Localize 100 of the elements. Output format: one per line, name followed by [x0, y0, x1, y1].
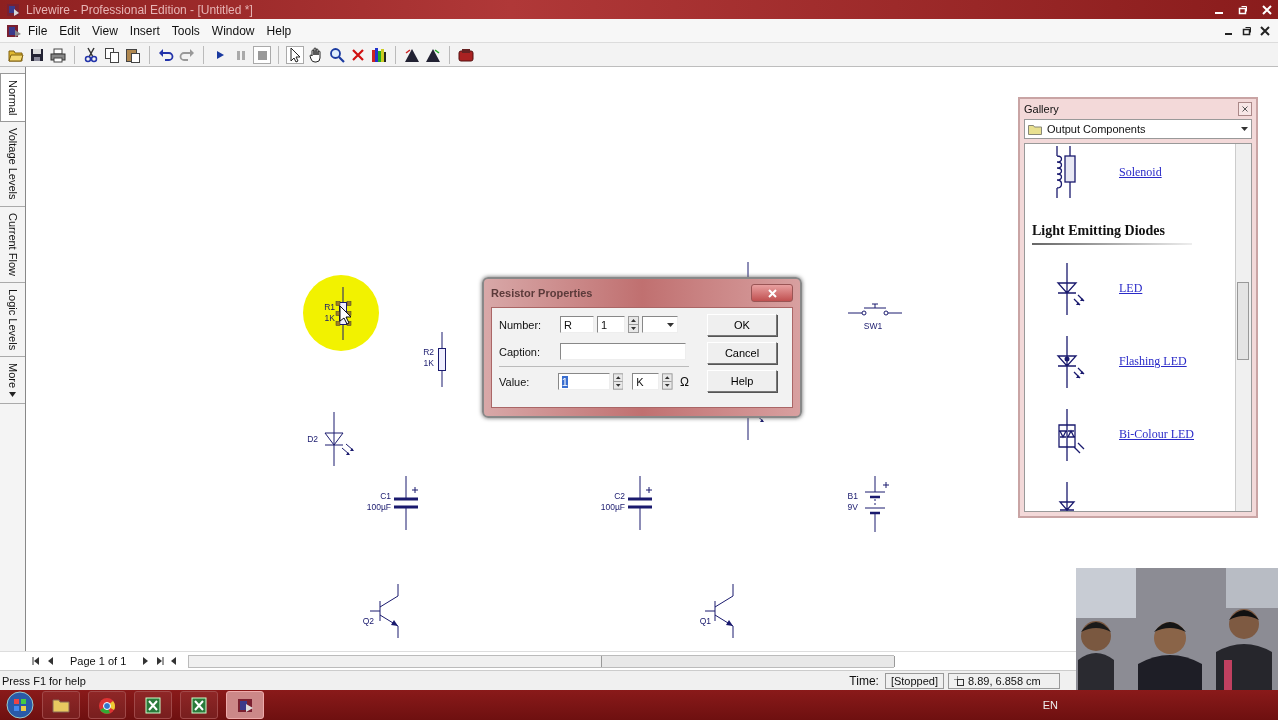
component-link[interactable]: LED: [1119, 281, 1143, 296]
taskbar-button[interactable]: [88, 691, 126, 719]
scrollbar-thumb[interactable]: [601, 655, 896, 667]
horizontal-scrollbar[interactable]: [188, 654, 895, 668]
chip-icon[interactable]: [458, 46, 474, 63]
crosshair-icon: [954, 675, 964, 686]
menu-item[interactable]: Tools: [165, 21, 206, 40]
caret-icon: [9, 392, 16, 398]
component-link[interactable]: Flashing LED: [1119, 354, 1187, 369]
component-label: Q2: [362, 616, 374, 626]
dialog-title: Resistor Properties: [491, 287, 593, 299]
view-tab[interactable]: More: [0, 357, 25, 405]
books-icon[interactable]: [371, 46, 387, 63]
menu-item[interactable]: File: [22, 21, 54, 40]
close-button[interactable]: [751, 284, 793, 302]
resistor-symbol[interactable]: [438, 331, 446, 388]
section-heading: Light Emitting Diodes: [1032, 223, 1166, 239]
clipboard-icon[interactable]: [125, 46, 141, 63]
app-icon: [6, 2, 20, 17]
menu-item[interactable]: Help: [260, 21, 298, 40]
capacitor-symbol[interactable]: [626, 475, 654, 531]
view-tab[interactable]: Voltage Levels: [0, 122, 25, 207]
component-link[interactable]: Bi-Colour LED: [1119, 427, 1194, 442]
input-field[interactable]: R: [560, 316, 594, 333]
vertical-scrollbar[interactable]: [1235, 144, 1251, 511]
redo-icon[interactable]: [179, 46, 195, 63]
page-indicator: Page 1 of 1: [69, 655, 128, 667]
taskbar-button[interactable]: [226, 691, 264, 719]
spin-field[interactable]: 1: [557, 373, 610, 390]
led-symbol[interactable]: [324, 411, 354, 467]
close-icon[interactable]: [1260, 25, 1270, 36]
close-icon: [767, 288, 777, 298]
menu-item[interactable]: Window: [205, 21, 261, 40]
taskbar-button[interactable]: [180, 691, 218, 719]
scrollbar-thumb[interactable]: [1237, 282, 1249, 360]
hand-icon[interactable]: [308, 46, 324, 63]
taskbar-button[interactable]: [42, 691, 80, 719]
close-button[interactable]: [1238, 102, 1252, 116]
dropdown[interactable]: [642, 316, 678, 333]
dialog-button[interactable]: OK: [707, 314, 777, 336]
menu-item[interactable]: Insert: [123, 21, 166, 40]
input-field[interactable]: [560, 343, 686, 360]
start-button-icon[interactable]: [6, 691, 34, 719]
folder-icon: [1028, 123, 1042, 135]
scroll-left-icon[interactable]: [170, 657, 179, 665]
component-link[interactable]: Solenoid: [1119, 164, 1162, 180]
close-icon: [1242, 106, 1248, 112]
pointer-icon[interactable]: [287, 46, 303, 63]
triangle-icon[interactable]: [404, 46, 420, 63]
battery-symbol[interactable]: [864, 475, 890, 533]
spin-buttons[interactable]: [612, 373, 624, 390]
unit-label: Ω: [680, 374, 689, 389]
menu-item[interactable]: Edit: [53, 21, 87, 40]
time-label: Time:: [849, 673, 879, 688]
copy-icon[interactable]: [104, 46, 120, 63]
magnifier-icon[interactable]: [329, 46, 345, 63]
caret-icon: [667, 322, 674, 327]
app-icon[interactable]: [6, 22, 22, 39]
caret-icon: [1241, 127, 1248, 131]
restore-icon[interactable]: [1238, 4, 1248, 15]
first-page-icon[interactable]: [32, 657, 40, 665]
spin-buttons[interactable]: [662, 373, 674, 390]
component-label: C2: [614, 491, 625, 501]
field-label: Number:: [499, 318, 543, 331]
category-dropdown[interactable]: Output Components: [1024, 119, 1252, 139]
component-value: 1K: [324, 313, 335, 323]
spreadsheet-icon: [189, 695, 209, 715]
view-tab[interactable]: Logic Levels: [0, 283, 25, 358]
printer-icon[interactable]: [50, 46, 66, 63]
spin-buttons[interactable]: [628, 316, 639, 333]
component-label: C1: [380, 491, 391, 501]
spreadsheet-icon: [143, 695, 163, 715]
spin-field[interactable]: K: [632, 373, 660, 390]
component-label: R1: [324, 302, 335, 312]
dialog-button[interactable]: Cancel: [707, 342, 777, 364]
last-page-icon[interactable]: [156, 657, 165, 665]
field-label: Caption:: [499, 345, 541, 358]
view-tab[interactable]: Current Flow: [0, 207, 25, 283]
previous-page-icon[interactable]: [46, 657, 54, 665]
language-indicator[interactable]: EN: [1042, 699, 1058, 711]
component-label: R2: [423, 347, 434, 357]
menu-item[interactable]: View: [86, 21, 124, 40]
component-label: B1: [847, 491, 858, 501]
spin-field[interactable]: 1: [597, 316, 625, 333]
delete-icon[interactable]: [350, 46, 366, 63]
restore-icon[interactable]: [1242, 25, 1252, 36]
triangle-icon[interactable]: [425, 46, 441, 63]
component-value: 100µF: [366, 502, 391, 512]
taskbar-button[interactable]: [134, 691, 172, 719]
component-label: D2: [307, 434, 318, 444]
push-switch-symbol[interactable]: [847, 303, 903, 316]
capacitor-symbol[interactable]: [392, 475, 420, 531]
scissors-icon[interactable]: [83, 46, 99, 63]
field-label: Value:: [499, 375, 531, 388]
status-text: Press F1 for help: [2, 674, 86, 687]
time-status: [Stopped]: [884, 672, 944, 689]
dialog-button[interactable]: Help: [707, 370, 777, 392]
component-value: 9V: [847, 502, 858, 512]
stop-icon[interactable]: [254, 46, 270, 63]
view-tab[interactable]: Normal: [0, 73, 25, 123]
